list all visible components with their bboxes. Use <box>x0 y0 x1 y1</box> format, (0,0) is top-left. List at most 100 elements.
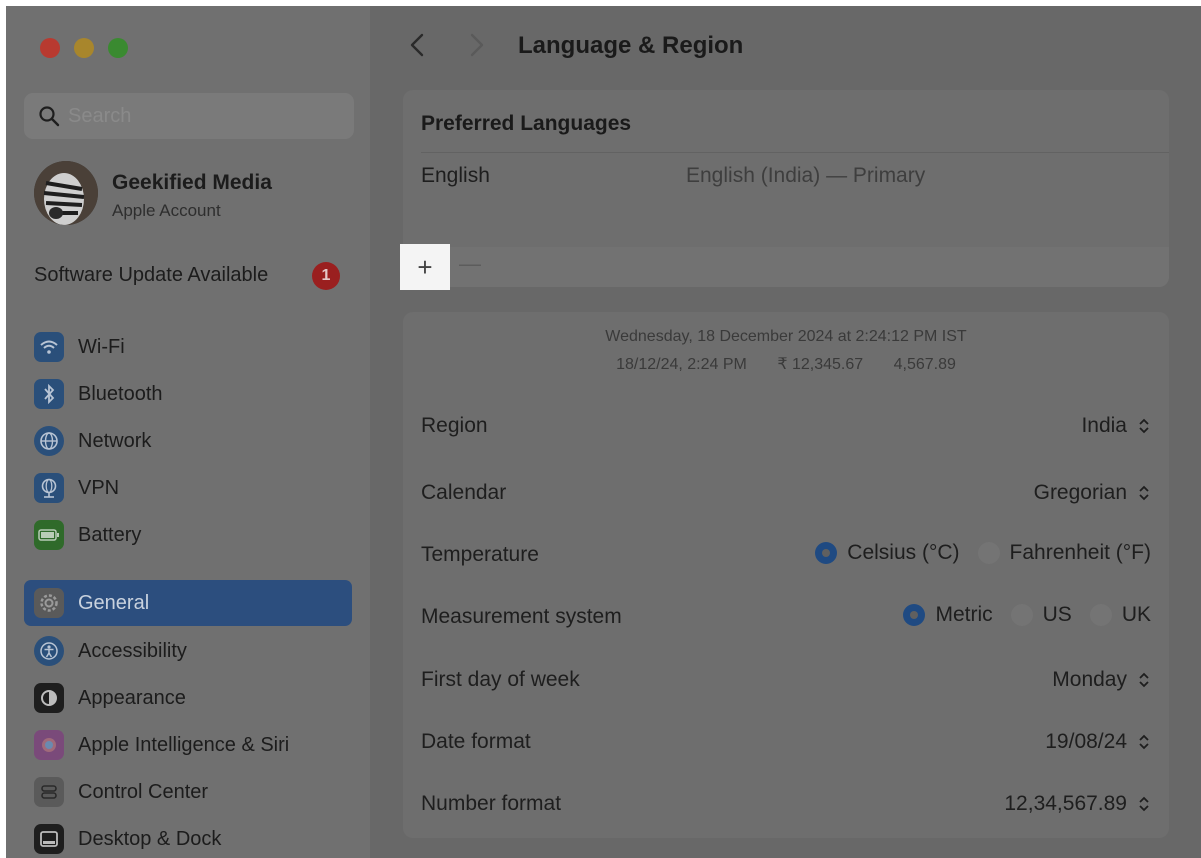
us-label: US <box>1042 603 1072 626</box>
metric-radio[interactable]: Metric <box>903 603 993 627</box>
vpn-globe-icon <box>34 473 64 503</box>
temperature-radio-group: Celsius (°C) Fahrenheit (°F) <box>815 541 1151 565</box>
account-name: Geekified Media <box>112 171 272 194</box>
preview-date: 18/12/24, 2:24 PM <box>616 356 747 373</box>
preview-number: 4,567.89 <box>893 356 956 373</box>
region-label: Region <box>421 414 488 437</box>
radio-selected-icon <box>903 604 926 626</box>
sidebar-item-bluetooth[interactable]: Bluetooth <box>24 371 352 417</box>
sidebar-item-label: Network <box>78 429 152 452</box>
date-format-label: Date format <box>421 730 531 753</box>
fahrenheit-label: Fahrenheit (°F) <box>1009 541 1151 564</box>
uk-label: UK <box>1121 603 1151 626</box>
globe-icon <box>34 426 64 456</box>
sidebar-item-general[interactable]: General <box>24 580 352 626</box>
number-format-row: Number format 12,34,567.89 <box>421 784 1151 824</box>
sidebar-item-label: General <box>78 591 150 614</box>
add-language-button[interactable]: + <box>400 244 450 290</box>
calendar-label: Calendar <box>421 481 507 504</box>
calendar-row: Calendar Gregorian <box>421 473 1151 513</box>
sidebar-item-label: Wi-Fi <box>78 335 125 358</box>
preview-currency: ₹ 12,345.67 <box>777 356 864 373</box>
control-center-icon <box>34 777 64 807</box>
sidebar-item-label: VPN <box>78 476 120 499</box>
bluetooth-icon <box>34 379 64 409</box>
appearance-icon <box>34 683 64 713</box>
battery-icon <box>34 520 64 550</box>
preferred-languages-title: Preferred Languages <box>421 112 632 135</box>
temperature-row: Temperature Celsius (°C) Fahrenheit (°F) <box>421 535 1151 575</box>
format-preview-values: 18/12/24, 2:24 PM ₹ 12,345.67 4,567.89 <box>403 354 1169 374</box>
up-down-chevron-icon <box>1139 485 1149 501</box>
celsius-label: Celsius (°C) <box>847 541 960 564</box>
region-row: Region India <box>421 406 1151 446</box>
gear-icon <box>34 588 64 618</box>
up-down-chevron-icon <box>1139 418 1149 434</box>
measurement-label: Measurement system <box>421 605 622 628</box>
uk-radio[interactable]: UK <box>1089 603 1151 627</box>
accessibility-icon <box>34 636 64 666</box>
language-list-toolbar: + — <box>400 244 1169 290</box>
sidebar-item-desktop-dock[interactable]: Desktop & Dock <box>24 816 352 858</box>
measurement-row: Measurement system Metric US UK <box>421 597 1151 637</box>
sidebar-item-network[interactable]: Network <box>24 418 352 464</box>
sidebar-item-label: Desktop & Dock <box>78 827 222 850</box>
number-format-label: Number format <box>421 792 562 815</box>
dock-icon <box>34 824 64 854</box>
back-chevron-icon[interactable] <box>408 32 426 58</box>
search-field[interactable]: Search <box>24 93 354 139</box>
sidebar-item-control-center[interactable]: Control Center <box>24 769 352 815</box>
update-badge: 1 <box>312 262 340 290</box>
apple-account-item[interactable]: Geekified Media Apple Account <box>34 161 354 231</box>
temperature-label: Temperature <box>421 543 539 566</box>
search-placeholder: Search <box>68 105 132 127</box>
sidebar-item-accessibility[interactable]: Accessibility <box>24 628 352 674</box>
divider <box>421 152 1169 153</box>
metric-label: Metric <box>935 603 993 626</box>
wifi-icon <box>34 332 64 362</box>
region-settings-card: Wednesday, 18 December 2024 at 2:24:12 P… <box>403 312 1169 838</box>
us-radio[interactable]: US <box>1010 603 1072 627</box>
sidebar-item-apple-intelligence-siri[interactable]: Apple Intelligence & Siri <box>24 722 352 768</box>
forward-chevron-icon[interactable] <box>468 32 486 58</box>
measurement-radio-group: Metric US UK <box>903 603 1151 627</box>
format-preview-datetime: Wednesday, 18 December 2024 at 2:24:12 P… <box>605 328 967 345</box>
account-subtitle: Apple Account <box>112 201 221 220</box>
calendar-popup[interactable]: Gregorian <box>1034 481 1151 505</box>
close-window-button[interactable] <box>40 38 60 58</box>
software-update-item[interactable]: Software Update Available <box>34 264 268 287</box>
region-value: India <box>1081 414 1127 437</box>
fahrenheit-radio[interactable]: Fahrenheit (°F) <box>977 541 1151 565</box>
language-name[interactable]: English <box>421 164 490 188</box>
sidebar-item-label: Battery <box>78 523 142 546</box>
first-day-popup[interactable]: Monday <box>1052 668 1151 692</box>
settings-window: Search Geekified Media Apple Account Sof… <box>6 6 1201 858</box>
region-popup[interactable]: India <box>1081 414 1151 438</box>
sidebar-item-label: Bluetooth <box>78 382 163 405</box>
main-pane: Language & Region Preferred Languages En… <box>370 6 1201 858</box>
sidebar-item-appearance[interactable]: Appearance <box>24 675 352 721</box>
minimize-window-button[interactable] <box>74 38 94 58</box>
radio-unselected-icon <box>1089 604 1112 626</box>
first-day-value: Monday <box>1052 668 1127 691</box>
avatar <box>34 161 98 225</box>
radio-unselected-icon <box>977 542 1000 564</box>
language-description: English (India) — Primary <box>686 164 926 187</box>
zoom-window-button[interactable] <box>108 38 128 58</box>
up-down-chevron-icon <box>1139 796 1149 812</box>
up-down-chevron-icon <box>1139 672 1149 688</box>
celsius-radio[interactable]: Celsius (°C) <box>815 541 960 565</box>
date-format-popup[interactable]: 19/08/24 <box>1045 730 1151 754</box>
preferred-languages-card: Preferred Languages English English (Ind… <box>400 90 1169 290</box>
number-format-value: 12,34,567.89 <box>1004 792 1127 815</box>
sidebar-item-label: Accessibility <box>78 639 187 662</box>
number-format-popup[interactable]: 12,34,567.89 <box>1004 792 1151 816</box>
sidebar-item-battery[interactable]: Battery <box>24 512 352 558</box>
zebra-avatar-icon <box>34 161 98 225</box>
sidebar-item-vpn[interactable]: VPN <box>24 465 352 511</box>
sidebar-item-wifi[interactable]: Wi-Fi <box>24 324 352 370</box>
first-day-label: First day of week <box>421 668 580 691</box>
calendar-value: Gregorian <box>1033 481 1127 504</box>
remove-language-button[interactable]: — <box>459 251 481 277</box>
page-title: Language & Region <box>518 32 744 59</box>
